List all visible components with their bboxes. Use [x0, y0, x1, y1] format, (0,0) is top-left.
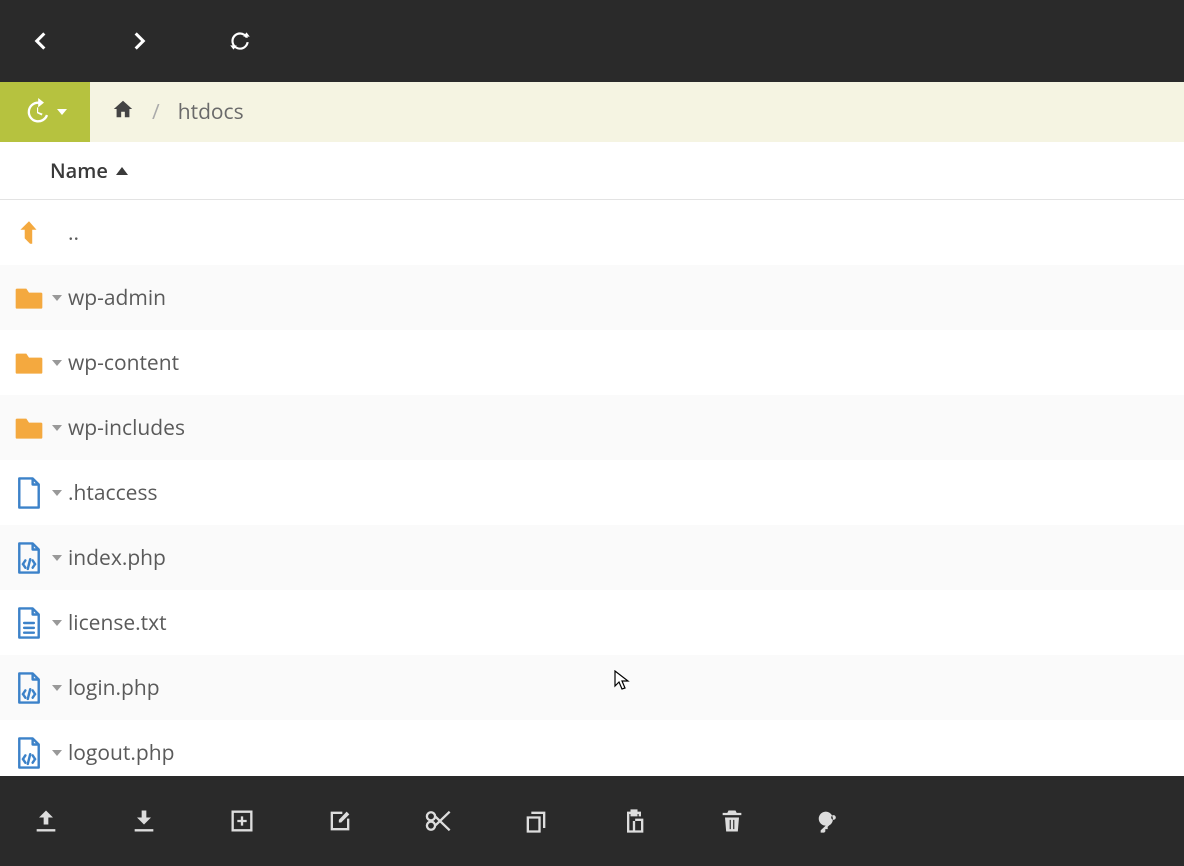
row-menu-caret[interactable]	[48, 555, 66, 561]
file-list: .. wp-admin wp-content wp-includes .htac…	[0, 200, 1184, 776]
column-name-label: Name	[50, 157, 108, 184]
row-menu-caret[interactable]	[48, 490, 66, 496]
file-text-icon	[10, 606, 48, 640]
new-button[interactable]	[224, 803, 260, 839]
edit-button[interactable]	[322, 803, 358, 839]
caret-down-icon	[52, 620, 62, 626]
delete-button[interactable]	[714, 803, 750, 839]
parent-dir-row[interactable]: ..	[0, 200, 1184, 265]
trash-icon	[718, 807, 746, 835]
row-menu-caret[interactable]	[48, 425, 66, 431]
key-icon	[816, 807, 844, 835]
caret-down-icon	[52, 555, 62, 561]
file-row[interactable]: login.php	[0, 655, 1184, 720]
history-dropdown[interactable]	[0, 82, 90, 142]
scissors-icon	[424, 807, 452, 835]
copy-icon	[522, 807, 550, 835]
reload-button[interactable]	[220, 21, 260, 61]
row-menu-caret[interactable]	[48, 620, 66, 626]
sort-asc-icon	[116, 167, 128, 175]
file-code-icon	[10, 736, 48, 770]
file-name: .htaccess	[66, 479, 157, 507]
chevron-right-icon	[127, 28, 153, 54]
bottom-toolbar	[0, 776, 1184, 866]
file-row[interactable]: logout.php	[0, 720, 1184, 776]
column-header-name[interactable]: Name	[0, 142, 1184, 200]
row-menu-caret[interactable]	[48, 750, 66, 756]
file-name: logout.php	[66, 739, 174, 767]
caret-down-icon	[52, 685, 62, 691]
download-button[interactable]	[126, 803, 162, 839]
breadcrumb: / htdocs	[90, 82, 244, 142]
file-name: login.php	[66, 674, 160, 702]
folder-row[interactable]: wp-content	[0, 330, 1184, 395]
row-menu-caret[interactable]	[48, 685, 66, 691]
file-name: license.txt	[66, 609, 167, 637]
parent-dir-label: ..	[66, 219, 79, 247]
file-name: wp-content	[66, 349, 179, 377]
home-icon	[112, 98, 134, 120]
paste-icon	[620, 807, 648, 835]
back-button[interactable]	[20, 21, 60, 61]
caret-down-icon	[52, 295, 62, 301]
plus-box-icon	[228, 807, 256, 835]
file-icon	[10, 476, 48, 510]
file-row[interactable]: license.txt	[0, 590, 1184, 655]
edit-icon	[326, 807, 354, 835]
cut-button[interactable]	[420, 803, 456, 839]
upload-icon	[32, 807, 60, 835]
file-name: index.php	[66, 544, 166, 572]
download-icon	[130, 807, 158, 835]
file-row[interactable]: index.php	[0, 525, 1184, 590]
permissions-button[interactable]	[812, 803, 848, 839]
history-icon	[23, 98, 51, 126]
caret-down-icon	[52, 425, 62, 431]
paste-button[interactable]	[616, 803, 652, 839]
up-icon	[10, 218, 48, 248]
file-code-icon	[10, 671, 48, 705]
copy-button[interactable]	[518, 803, 554, 839]
file-name: wp-admin	[66, 284, 166, 312]
folder-row[interactable]: wp-admin	[0, 265, 1184, 330]
top-toolbar	[0, 0, 1184, 82]
breadcrumb-separator: /	[152, 98, 160, 126]
row-menu-caret[interactable]	[48, 360, 66, 366]
upload-button[interactable]	[28, 803, 64, 839]
row-menu-caret[interactable]	[48, 295, 66, 301]
caret-down-icon	[52, 360, 62, 366]
chevron-left-icon	[27, 28, 53, 54]
file-row[interactable]: .htaccess	[0, 460, 1184, 525]
caret-down-icon	[52, 750, 62, 756]
file-name: wp-includes	[66, 414, 185, 442]
caret-down-icon	[57, 109, 67, 115]
breadcrumb-bar: / htdocs	[0, 82, 1184, 142]
forward-button[interactable]	[120, 21, 160, 61]
folder-row[interactable]: wp-includes	[0, 395, 1184, 460]
breadcrumb-segment[interactable]: htdocs	[178, 98, 244, 126]
file-code-icon	[10, 541, 48, 575]
refresh-icon	[227, 28, 253, 54]
breadcrumb-home[interactable]	[112, 98, 134, 127]
caret-down-icon	[52, 490, 62, 496]
folder-icon	[10, 412, 48, 444]
folder-icon	[10, 282, 48, 314]
folder-icon	[10, 347, 48, 379]
